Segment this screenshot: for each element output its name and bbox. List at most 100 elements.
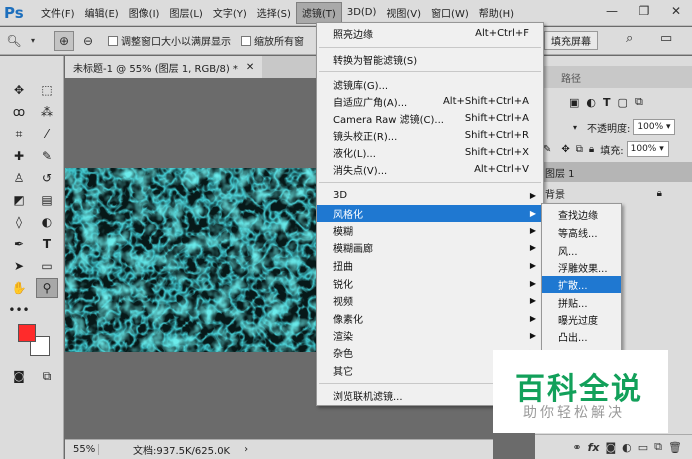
menu-item-filter-gallery[interactable]: 滤镜库(G)... bbox=[317, 76, 543, 93]
adjustment-icon[interactable]: ◐ bbox=[622, 441, 632, 454]
menu-item-3d[interactable]: 3D ▶ bbox=[317, 187, 543, 204]
lock-position-icon[interactable]: ✥ bbox=[561, 144, 569, 155]
trash-icon[interactable]: 🗑︎ bbox=[668, 441, 682, 454]
dodge-icon[interactable]: ◐ bbox=[36, 212, 58, 232]
menu-item-pixelate[interactable]: 像素化 ▶ bbox=[317, 310, 543, 327]
menu-item-distort[interactable]: 扭曲 ▶ bbox=[317, 257, 543, 274]
minimize-button[interactable]: — bbox=[596, 0, 628, 22]
menu-3d[interactable]: 3D(D) bbox=[342, 2, 382, 24]
move-icon[interactable]: ✥ bbox=[8, 80, 30, 100]
magic-wand-icon[interactable]: ⁂ bbox=[36, 102, 58, 122]
menu-select[interactable]: 选择(S) bbox=[252, 2, 296, 24]
fx-icon[interactable]: fx bbox=[588, 441, 600, 454]
resize-windows-checkbox[interactable]: 调整窗口大小以满屏显示 bbox=[108, 33, 231, 48]
adjustment-filter-icon[interactable]: ◐ bbox=[586, 96, 596, 109]
zoom-tool-preset-icon[interactable]: 🔍︎ bbox=[4, 31, 24, 51]
search-icon[interactable]: ⌕ bbox=[626, 31, 633, 46]
menu-item-blur[interactable]: 模糊 ▶ bbox=[317, 222, 543, 239]
menu-help[interactable]: 帮助(H) bbox=[474, 2, 519, 24]
history-brush-icon[interactable]: ↺ bbox=[36, 168, 58, 188]
menu-item-render[interactable]: 渲染 ▶ bbox=[317, 327, 543, 344]
checkbox-box[interactable] bbox=[241, 35, 251, 46]
more-icon[interactable]: ••• bbox=[8, 300, 30, 320]
chevron-right-icon[interactable]: › bbox=[244, 444, 248, 455]
menu-item-video[interactable]: 视频 ▶ bbox=[317, 292, 543, 309]
menu-item-smart-filter[interactable]: 转换为智能滤镜(S) bbox=[317, 51, 543, 68]
marquee-icon[interactable]: ⬚ bbox=[36, 80, 58, 100]
quick-mask-icon[interactable]: ◙ bbox=[8, 366, 30, 386]
screen-mode-icon[interactable]: ⧉ bbox=[36, 366, 58, 386]
checkbox-box[interactable] bbox=[108, 35, 118, 46]
type-filter-icon[interactable]: T bbox=[603, 96, 611, 109]
zoom-in-icon[interactable]: ⊕ bbox=[54, 30, 74, 51]
submenu-item-extrude[interactable]: 凸出... bbox=[542, 328, 621, 345]
submenu-item-emboss[interactable]: 浮雕效果... bbox=[542, 259, 621, 276]
zoom-icon[interactable]: ⚲ bbox=[36, 278, 58, 298]
healing-icon[interactable]: ✚ bbox=[8, 146, 30, 166]
lasso-icon[interactable]: ꝏ bbox=[8, 102, 30, 122]
menu-layer[interactable]: 图层(L) bbox=[164, 2, 207, 24]
crop-icon[interactable]: ⌗ bbox=[8, 124, 30, 144]
submenu-item-tiles[interactable]: 拼贴... bbox=[542, 294, 621, 311]
menu-filter[interactable]: 滤镜(T) bbox=[295, 1, 342, 24]
menu-item-last-filter[interactable]: 照亮边缘 Alt+Ctrl+F bbox=[317, 25, 543, 42]
layer-row-layer1[interactable]: 图层 1 bbox=[535, 162, 692, 182]
eyedropper-icon[interactable]: ⁄ bbox=[36, 124, 58, 144]
lock-all-icon[interactable]: 🔒︎ bbox=[589, 144, 594, 155]
submenu-item-wind[interactable]: 风... bbox=[542, 242, 621, 259]
type-icon[interactable]: T bbox=[36, 234, 58, 254]
fill-screen-button[interactable]: 填充屏幕 bbox=[544, 31, 598, 50]
zoom-all-checkbox[interactable]: 缩放所有窗 bbox=[241, 33, 304, 48]
chevron-down-icon[interactable]: ▾ bbox=[28, 31, 38, 51]
zoom-level[interactable]: 55% bbox=[65, 444, 99, 455]
menu-edit[interactable]: 编辑(E) bbox=[80, 2, 124, 24]
foreground-color-swatch[interactable] bbox=[18, 324, 36, 342]
submenu-item-diffuse[interactable]: 扩散... bbox=[542, 276, 621, 293]
shape-icon[interactable]: ▭ bbox=[36, 256, 58, 276]
mask-icon[interactable]: ◙ bbox=[605, 441, 616, 454]
menu-item-camera-raw[interactable]: Camera Raw 滤镜(C)... Shift+Ctrl+A bbox=[317, 110, 543, 127]
menu-item-vanishing-point[interactable]: 消失点(V)... Alt+Ctrl+V bbox=[317, 161, 543, 178]
stamp-icon[interactable]: ♙ bbox=[8, 168, 30, 188]
new-layer-icon[interactable]: ⧉ bbox=[654, 440, 662, 454]
layer-row-background[interactable]: 背景 🔒︎ bbox=[535, 183, 692, 203]
workspace-icon[interactable]: ▭ bbox=[660, 31, 672, 46]
path-select-icon[interactable]: ➤ bbox=[8, 256, 30, 276]
close-icon[interactable]: ✕ bbox=[246, 62, 254, 73]
document-canvas[interactable] bbox=[65, 168, 317, 352]
gradient-icon[interactable]: ▤ bbox=[36, 190, 58, 210]
fill-input[interactable]: 100% ▾ bbox=[626, 141, 669, 157]
submenu-item-solarize[interactable]: 曝光过度 bbox=[542, 311, 621, 328]
menu-item-lens-correction[interactable]: 镜头校正(R)... Shift+Ctrl+R bbox=[317, 127, 543, 144]
submenu-item-trace-contour[interactable]: 等高线... bbox=[542, 224, 621, 241]
link-icon[interactable]: ⚭ bbox=[572, 441, 581, 454]
menu-item-liquify[interactable]: 液化(L)... Shift+Ctrl+X bbox=[317, 144, 543, 161]
eraser-icon[interactable]: ◩ bbox=[8, 190, 30, 210]
submenu-item-find-edges[interactable]: 查找边缘 bbox=[542, 206, 621, 223]
zoom-out-icon[interactable]: ⊖ bbox=[78, 31, 98, 51]
tab-paths[interactable]: 路径 bbox=[551, 66, 591, 88]
menu-window[interactable]: 窗口(W) bbox=[426, 2, 474, 24]
menu-file[interactable]: 文件(F) bbox=[36, 2, 80, 24]
maximize-button[interactable]: ❐ bbox=[628, 0, 660, 22]
menu-type[interactable]: 文字(Y) bbox=[208, 2, 252, 24]
group-icon[interactable]: ▭ bbox=[638, 441, 648, 454]
close-button[interactable]: ✕ bbox=[660, 0, 692, 22]
blend-chevron-icon[interactable]: ▾ bbox=[573, 123, 577, 132]
lock-pixels-icon[interactable]: ✎ bbox=[543, 144, 551, 155]
shape-filter-icon[interactable]: ▢ bbox=[618, 96, 628, 109]
smart-filter-icon[interactable]: ⧉ bbox=[635, 95, 643, 109]
pen-icon[interactable]: ✒ bbox=[8, 234, 30, 254]
opacity-input[interactable]: 100% ▾ bbox=[633, 119, 676, 135]
menu-item-stylize[interactable]: 风格化 ▶ bbox=[317, 205, 543, 222]
document-tab[interactable]: 未标题-1 @ 55% (图层 1, RGB/8) * ✕ bbox=[65, 56, 263, 78]
menu-item-blur-gallery[interactable]: 模糊画廊 ▶ bbox=[317, 239, 543, 256]
blur-icon[interactable]: ◊ bbox=[8, 212, 30, 232]
image-filter-icon[interactable]: ▣ bbox=[569, 96, 579, 109]
hand-icon[interactable]: ✋ bbox=[8, 278, 30, 298]
menu-item-sharpen[interactable]: 锐化 ▶ bbox=[317, 275, 543, 292]
menu-view[interactable]: 视图(V) bbox=[381, 2, 426, 24]
brush-icon[interactable]: ✎ bbox=[36, 146, 58, 166]
menu-image[interactable]: 图像(I) bbox=[124, 2, 165, 24]
menu-item-adaptive-wide-angle[interactable]: 自适应广角(A)... Alt+Shift+Ctrl+A bbox=[317, 93, 543, 110]
